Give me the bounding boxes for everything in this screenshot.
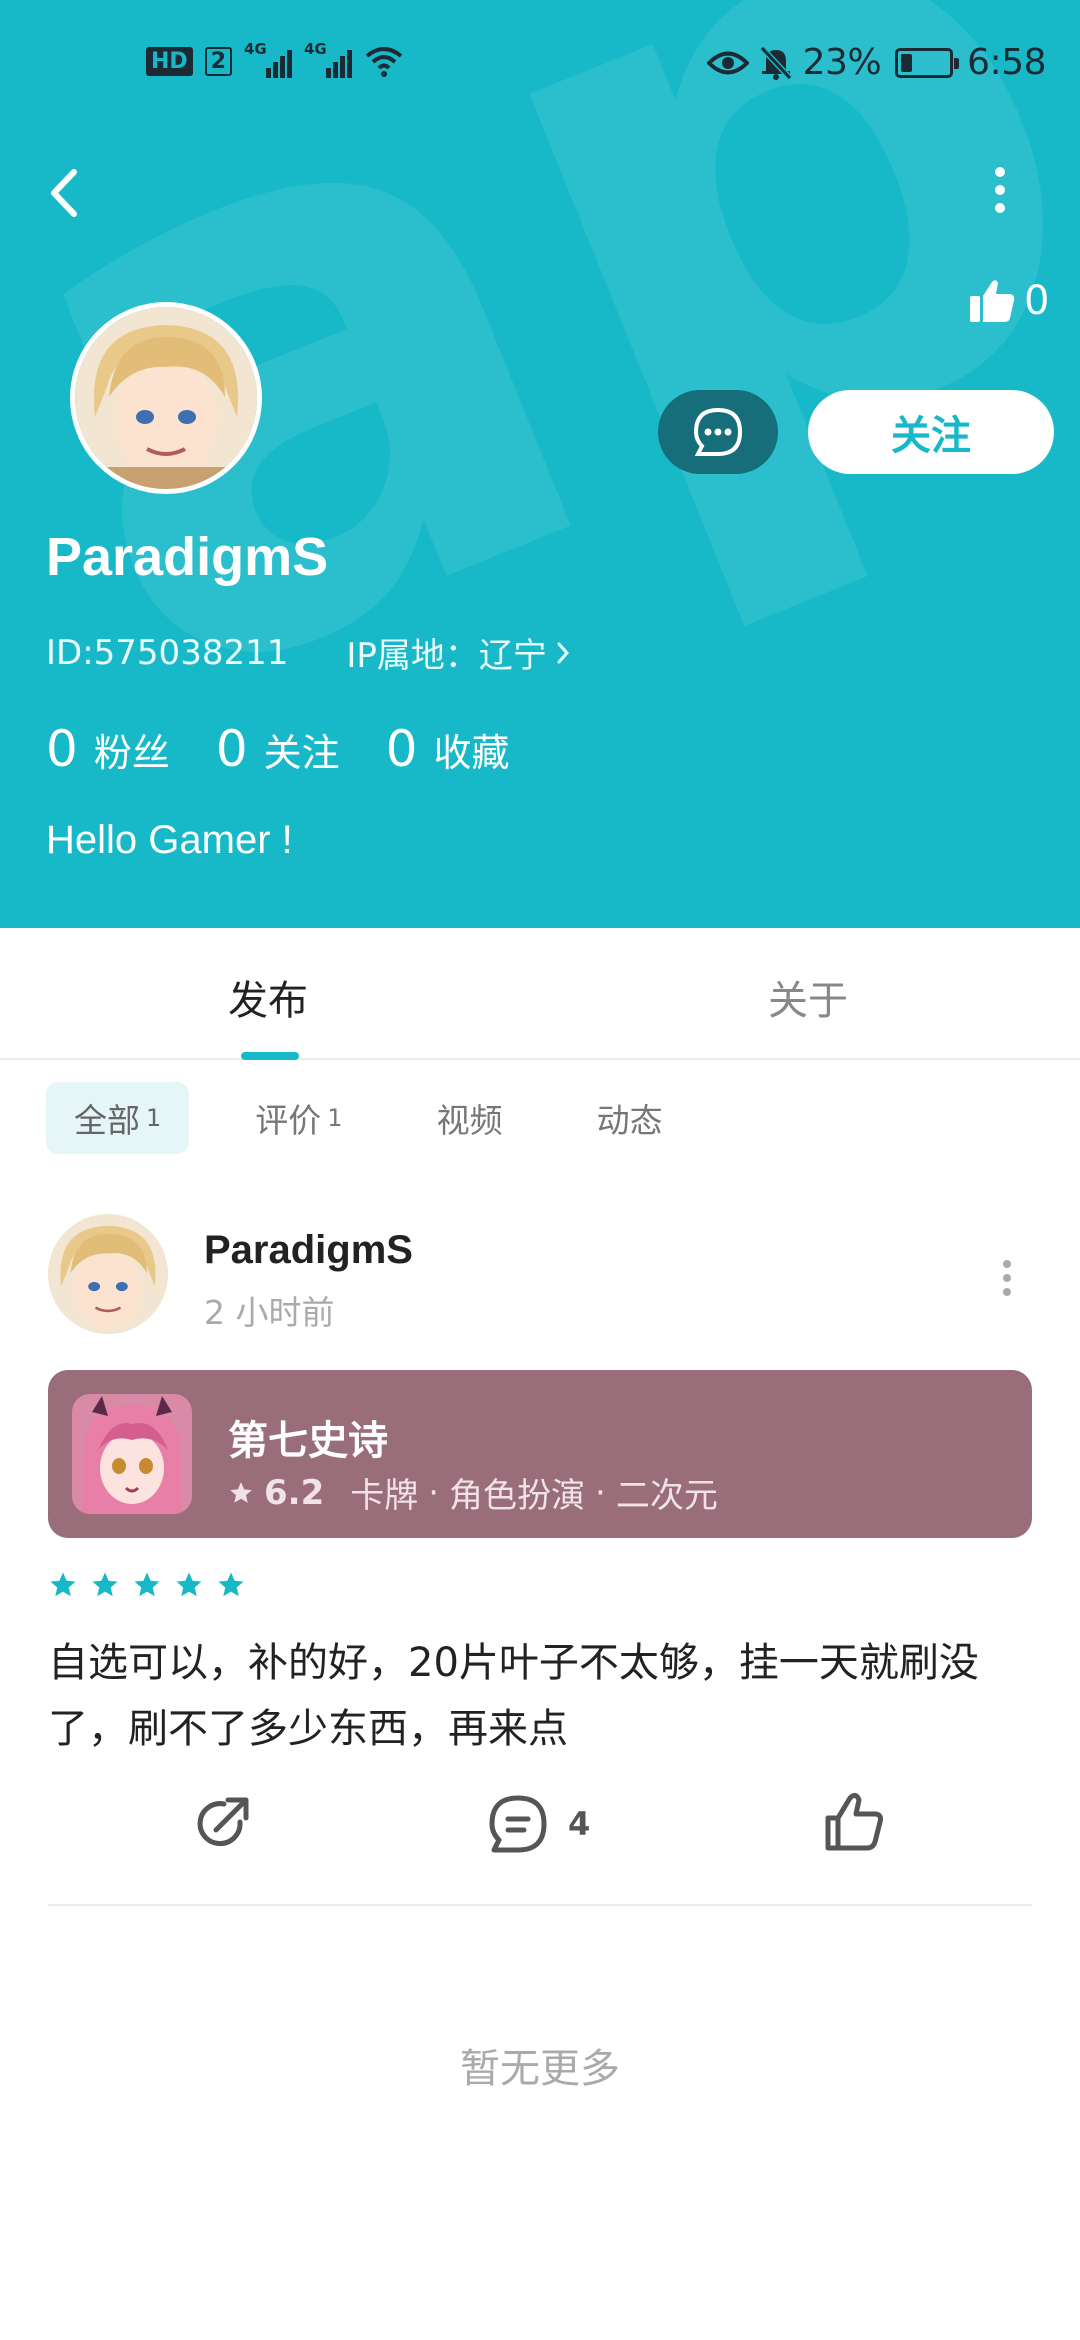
follow-button[interactable]: 关注 — [808, 390, 1054, 474]
star-icon — [230, 1481, 252, 1503]
profile-meta: ID:575038211 IP属地：辽宁 — [46, 628, 573, 677]
rating-star-icon — [176, 1572, 202, 1597]
like-count: 0 — [1024, 278, 1050, 324]
comment-button[interactable]: 4 — [486, 1792, 590, 1856]
eye-icon — [706, 51, 749, 74]
rating-star-icon — [134, 1572, 160, 1597]
stat-followers[interactable]: 0 粉丝 — [46, 720, 170, 778]
tab-indicator — [241, 1052, 299, 1060]
post-timestamp: 2 小时前 — [204, 1293, 335, 1332]
more-options-button[interactable] — [980, 160, 1020, 220]
share-icon — [197, 1797, 249, 1847]
clock: 6:58 — [967, 42, 1046, 83]
tag-separator: · — [428, 1472, 440, 1513]
post-more-button[interactable] — [992, 1250, 1022, 1306]
filter-reviews[interactable]: 评价 1 — [227, 1082, 370, 1154]
chevron-right-icon — [557, 642, 569, 663]
thumbs-up-icon — [970, 280, 1015, 322]
stat-number: 0 — [215, 720, 248, 778]
filter-moments[interactable]: 动态 — [569, 1082, 691, 1154]
stat-number: 0 — [46, 720, 78, 778]
stat-label: 粉丝 — [93, 731, 170, 775]
chevron-left-icon — [51, 169, 77, 217]
game-tag: 卡牌 — [350, 1476, 419, 1516]
profile-bio: Hello Gamer ! — [46, 818, 293, 862]
filter-label: 全部 — [74, 1101, 140, 1140]
profile-stats: 0 粉丝 0 关注 0 收藏 — [46, 720, 509, 778]
signal-icon: 4G — [304, 40, 352, 78]
game-icon — [72, 1394, 192, 1514]
thumbs-up-icon — [825, 1792, 883, 1851]
sim-indicator: 2 — [204, 46, 232, 76]
filter-label: 视频 — [436, 1101, 503, 1140]
back-button[interactable] — [36, 158, 96, 228]
tag-separator: · — [595, 1472, 606, 1513]
game-card[interactable]: 第七史诗 6.2 卡牌 · 角色扮演 · 二次元 — [48, 1370, 1032, 1538]
share-button[interactable] — [190, 1792, 254, 1860]
avatar[interactable] — [70, 302, 262, 494]
stat-label: 收藏 — [433, 731, 510, 775]
game-tag: 角色扮演 — [449, 1476, 586, 1516]
signal-icon: 4G — [244, 40, 292, 78]
game-tag: 二次元 — [615, 1476, 718, 1516]
more-vertical-icon — [1003, 1260, 1011, 1296]
profile-like-button[interactable]: 0 — [968, 278, 1049, 324]
rating-star-icon — [218, 1572, 244, 1597]
rating-star-icon — [50, 1572, 76, 1597]
filter-videos[interactable]: 视频 — [409, 1082, 531, 1154]
no-more-text: 暂无更多 — [460, 2046, 620, 2092]
battery-icon — [895, 47, 960, 78]
tab-publish[interactable]: 发布 — [228, 968, 308, 1026]
battery-percent: 23% — [802, 42, 882, 83]
rating-stars — [48, 1570, 246, 1600]
filter-chips: 全部 1 评价 1 视频 动态 — [46, 1082, 729, 1154]
tab-about[interactable]: 关于 — [768, 968, 848, 1026]
post-divider — [48, 1904, 1032, 1906]
ip-location: IP属地：辽宁 — [346, 636, 547, 676]
profile-header: apTa HD 2 4G 4G 23% 6:58 0 关注 ParadigmS … — [0, 0, 1080, 928]
filter-label: 动态 — [596, 1101, 663, 1140]
post-author-name[interactable]: ParadigmS — [204, 1228, 413, 1273]
more-vertical-icon — [995, 167, 1005, 213]
filter-label: 评价 — [255, 1101, 322, 1140]
chat-bubble-icon — [693, 407, 743, 456]
filter-count: 1 — [327, 1104, 343, 1132]
game-score: 6.2 — [264, 1472, 325, 1513]
status-bar: HD 2 4G 4G 23% 6:58 — [0, 0, 1080, 130]
wifi-icon — [365, 47, 403, 77]
user-id: ID:575038211 — [46, 632, 289, 673]
message-button[interactable] — [658, 390, 778, 474]
comment-icon — [489, 1795, 547, 1853]
ip-location-link[interactable]: IP属地：辽宁 — [346, 628, 573, 677]
filter-count: 1 — [146, 1104, 162, 1132]
game-meta: 6.2 卡牌 · 角色扮演 · 二次元 — [228, 1468, 718, 1517]
like-button[interactable] — [822, 1790, 886, 1858]
stat-number: 0 — [385, 720, 418, 778]
post-author-avatar[interactable] — [48, 1214, 168, 1334]
rating-star-icon — [92, 1572, 118, 1597]
filter-all[interactable]: 全部 1 — [46, 1082, 190, 1154]
comment-count: 4 — [568, 1805, 591, 1843]
game-name: 第七史诗 — [228, 1418, 388, 1464]
hd-indicator: HD — [146, 46, 193, 76]
content-tabs: 发布 关于 — [0, 928, 1080, 1060]
review-text: 自选可以，补的好，20片叶子不太够，挂一天就刷没了，刷不了多少东西，再来点 — [48, 1640, 979, 1752]
stat-label: 关注 — [263, 731, 340, 775]
bell-muted-icon — [759, 45, 792, 80]
profile-username: ParadigmS — [46, 527, 329, 587]
stat-following[interactable]: 0 关注 — [216, 720, 340, 778]
post-actions: 4 — [0, 1788, 1080, 1868]
stat-favorites[interactable]: 0 收藏 — [386, 720, 510, 778]
